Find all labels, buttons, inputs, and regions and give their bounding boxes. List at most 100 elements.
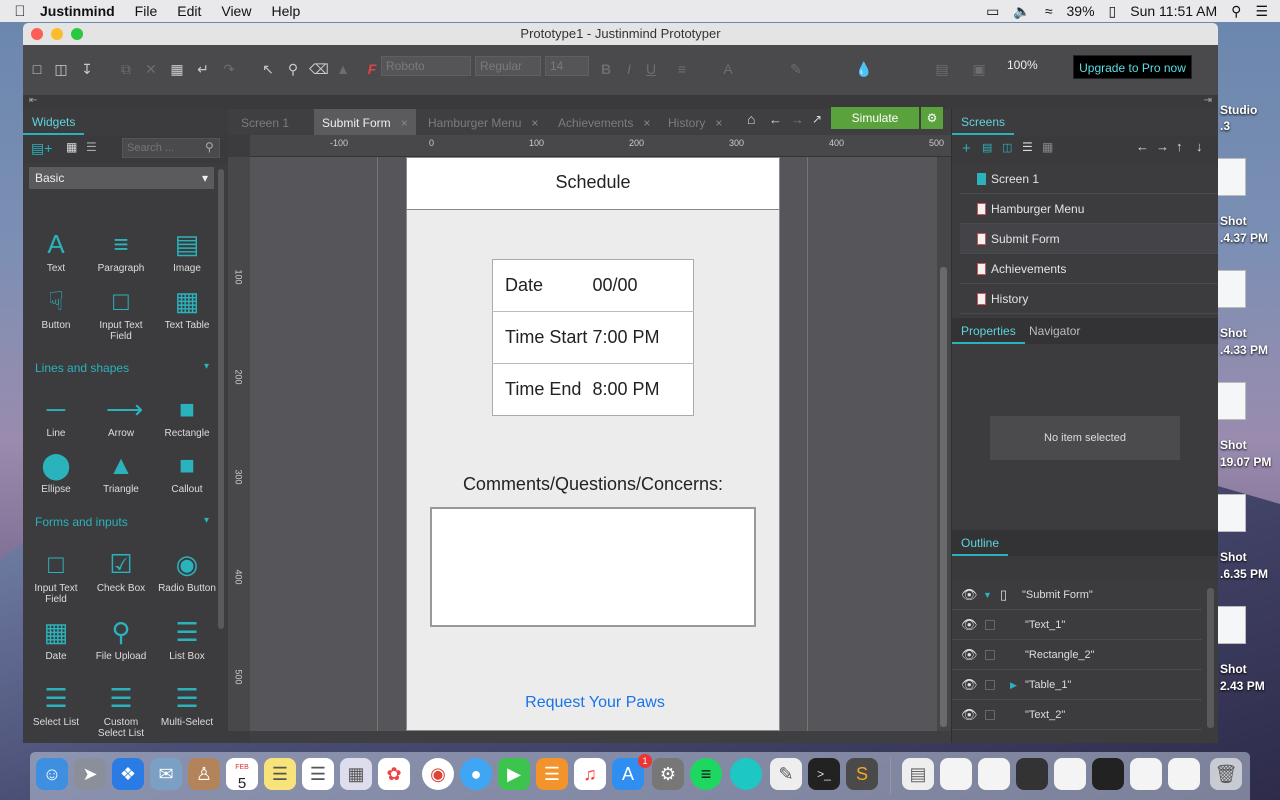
widget-paragraph[interactable]: ≡ Paragraph — [89, 229, 153, 274]
pen-icon[interactable]: ✎ — [787, 61, 805, 78]
redo-icon[interactable]: ↷ — [220, 61, 238, 78]
chevron-down-icon[interactable]: ▾ — [204, 515, 209, 526]
screen-item-screen-1[interactable]: Screen 1 — [960, 164, 1218, 194]
section-forms-inputs[interactable]: Forms and inputs — [35, 515, 128, 529]
chevron-down-icon[interactable]: ▾ — [204, 361, 209, 372]
outline-scrollbar[interactable] — [1207, 588, 1214, 728]
new-file-icon[interactable]: □ — [28, 61, 46, 77]
widget-line[interactable]: ─ Line — [24, 394, 88, 439]
tab-screens[interactable]: Screens — [952, 109, 1015, 135]
finder-icon[interactable]: ☺ — [36, 758, 68, 790]
add-screen-icon[interactable]: + — [962, 140, 971, 157]
design-canvas[interactable]: Schedule Date 00/00 Time Start 7:00 PM Tim… — [250, 157, 951, 731]
screenshot-file-icon[interactable] — [1216, 606, 1246, 644]
system-preferences-icon[interactable]: ⚙ — [652, 758, 684, 790]
desktop-item-label[interactable]: Shot — [1220, 326, 1247, 340]
widget-list-box[interactable]: ☰ List Box — [155, 617, 219, 662]
outline-item-submit-form[interactable]: 👁 ▼ ▯ "Submit Form" — [952, 580, 1202, 610]
mail-icon[interactable]: ✉ — [150, 758, 182, 790]
messages-icon[interactable]: ● — [460, 758, 492, 790]
zoom-icon[interactable]: ⚲ — [284, 61, 302, 78]
desktop-item-label[interactable]: Shot — [1220, 662, 1247, 676]
menu-file[interactable]: File — [135, 3, 158, 19]
window-thumbnail[interactable] — [1016, 758, 1048, 790]
desktop-item-label[interactable]: Shot — [1220, 438, 1247, 452]
list-view-icon[interactable]: ☰ — [1022, 140, 1033, 154]
bold-icon[interactable]: B — [597, 61, 615, 77]
format-painter-icon[interactable]: ▲ — [334, 61, 352, 77]
desktop-item-label[interactable]: Studio — [1220, 103, 1257, 117]
window-thumbnail[interactable] — [978, 758, 1010, 790]
outline-item-text-1[interactable]: 👁 "Text_1" — [952, 610, 1202, 640]
widget-check-box[interactable]: ☑ Check Box — [89, 549, 153, 594]
arrange-icon[interactable]: ▣ — [970, 61, 988, 78]
scroll-thumb[interactable] — [940, 267, 947, 727]
window-thumbnail[interactable] — [1130, 758, 1162, 790]
contacts-icon[interactable]: ♙ — [188, 758, 220, 790]
export-icon[interactable]: ↧ — [78, 61, 96, 78]
library-select[interactable]: Basic ▾ — [29, 167, 214, 189]
window-thumbnail[interactable] — [1092, 758, 1124, 790]
photos-icon[interactable]: ✿ — [378, 758, 410, 790]
widget-select-list[interactable]: ☰ Select List — [24, 683, 88, 728]
volume-icon[interactable]: 🔈 — [1013, 3, 1030, 20]
copy-icon[interactable]: ⧉ — [117, 61, 135, 78]
widget-input-text-field[interactable]: □ Input Text Field — [89, 286, 153, 342]
widget-arrow[interactable]: ⟶ Arrow — [89, 394, 153, 439]
move-up-icon[interactable]: ↑ — [1176, 139, 1183, 154]
tab-screen-1[interactable]: Screen 1 — [233, 109, 297, 135]
tab-widgets[interactable]: Widgets — [23, 109, 85, 135]
window-thumbnail[interactable] — [940, 758, 972, 790]
lock-checkbox[interactable] — [985, 620, 995, 630]
add-folder-icon[interactable]: ◫ — [1002, 141, 1012, 154]
screen-item-hamburger-menu[interactable]: Hamburger Menu — [960, 194, 1218, 224]
outline-item-text-2[interactable]: 👁 "Text_2" — [952, 700, 1202, 730]
eye-icon[interactable]: 👁 — [961, 580, 978, 610]
screenshot-file-icon[interactable] — [1216, 158, 1246, 196]
back-arrow-icon[interactable]: ← — [769, 112, 782, 127]
align-objects-icon[interactable]: ▤ — [933, 61, 951, 78]
lock-checkbox[interactable] — [985, 680, 995, 690]
home-icon[interactable]: ⌂ — [747, 111, 755, 127]
schedule-table[interactable]: Date 00/00 Time Start 7:00 PM Time End 8:00… — [492, 259, 694, 416]
desktop-item-label[interactable]: Shot — [1220, 550, 1247, 564]
widget-triangle[interactable]: ▲ Triangle — [89, 450, 153, 495]
clock[interactable]: Sun 11:51 AM — [1130, 3, 1217, 19]
add-library-icon[interactable]: ▤+ — [31, 140, 52, 157]
outline-item-rectangle-2[interactable]: 👁 "Rectangle_2" — [952, 640, 1202, 670]
notes-icon[interactable]: ☰ — [264, 758, 296, 790]
tab-submit-form[interactable]: Submit Form × — [314, 109, 416, 135]
outline-item-table-1[interactable]: 👁 ▶ "Table_1" — [952, 670, 1202, 700]
textedit-icon[interactable]: ✎ — [770, 758, 802, 790]
widgets-scrollbar[interactable] — [218, 169, 224, 629]
close-window-button[interactable] — [31, 28, 43, 40]
itunes-icon[interactable]: ♫ — [574, 758, 606, 790]
desktop-item-label[interactable]: Shot — [1220, 214, 1247, 228]
preview-icon[interactable]: ▦ — [340, 758, 372, 790]
eye-icon[interactable]: 👁 — [961, 670, 978, 700]
font-family-select[interactable]: Roboto — [381, 56, 471, 76]
undo-icon[interactable]: ↵ — [194, 61, 212, 78]
request-your-paws-link[interactable]: Request Your Paws — [407, 694, 783, 712]
chrome-icon[interactable]: ◉ — [422, 758, 454, 790]
widget-date[interactable]: ▦ Date — [24, 617, 88, 662]
tab-hamburger-menu[interactable]: Hamburger Menu × — [420, 109, 546, 135]
widget-rectangle[interactable]: ■ Rectangle — [155, 394, 219, 439]
menu-view[interactable]: View — [221, 3, 251, 19]
simulate-button[interactable]: Simulate — [831, 107, 919, 129]
collapse-right-icon[interactable]: ⇥ — [1204, 95, 1212, 106]
schedule-header[interactable]: Schedule — [407, 158, 779, 210]
ibooks-icon[interactable]: ☰ — [536, 758, 568, 790]
screen-item-achievements[interactable]: Achievements — [960, 254, 1218, 284]
widget-multi-select[interactable]: ☰ Multi-Select — [155, 683, 219, 728]
chevron-down-icon[interactable]: ▼ — [983, 580, 992, 610]
close-tab-icon[interactable]: × — [643, 116, 650, 130]
simulate-settings-gear-icon[interactable]: ⚙ — [921, 107, 943, 129]
tab-achievements[interactable]: Achievements × — [550, 109, 658, 135]
select-pointer-icon[interactable]: ↖ — [259, 61, 277, 78]
widget-file-upload[interactable]: ⚲ File Upload — [89, 617, 153, 662]
grid-view-icon[interactable]: ▦ — [66, 140, 77, 154]
cut-icon[interactable]: ✕ — [142, 61, 160, 78]
move-down-icon[interactable]: ↓ — [1196, 139, 1203, 154]
comments-textarea[interactable] — [430, 507, 756, 627]
